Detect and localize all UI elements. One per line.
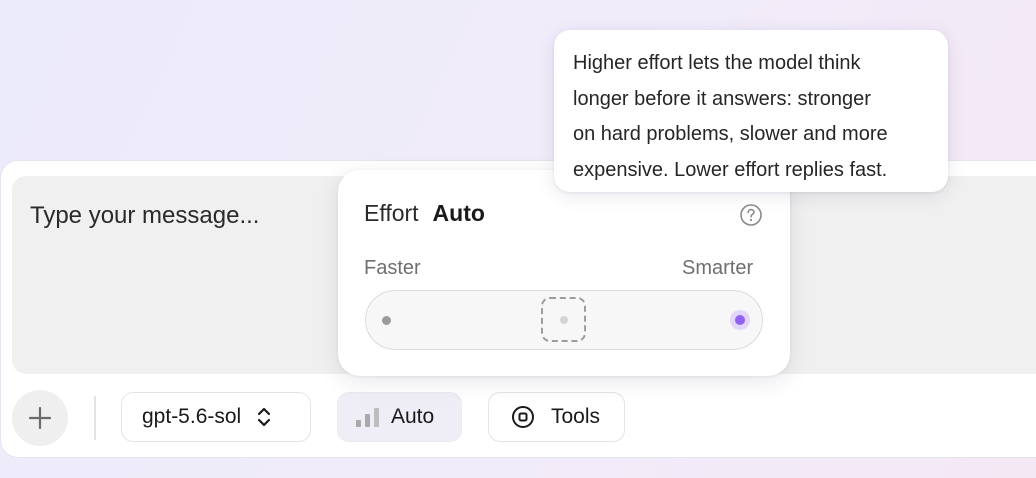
help-icon[interactable]: [739, 203, 763, 227]
effort-max-label: Smarter: [682, 257, 754, 279]
effort-min-label: Faster: [364, 257, 421, 279]
model-selector-button[interactable]: gpt-5.6-sol: [121, 392, 311, 442]
effort-popup-title: Effort Auto: [364, 200, 485, 227]
effort-title-label: Effort: [364, 200, 419, 226]
effort-label: Auto: [391, 405, 435, 428]
effort-value: Auto: [432, 200, 485, 226]
effort-slider-max-dot[interactable]: [730, 310, 750, 330]
tools-label: Tools: [551, 405, 601, 428]
tooltip-line: longer before it answers: stronger: [573, 87, 871, 110]
plus-icon: [27, 405, 53, 431]
model-label: gpt-5.6-sol: [142, 405, 242, 428]
add-button[interactable]: [12, 390, 68, 446]
signal-bars-icon: [356, 407, 379, 427]
tools-icon: [511, 405, 535, 429]
tools-button[interactable]: Tools: [488, 392, 625, 442]
toolbar-divider: [94, 396, 96, 440]
chevron-up-down-icon: [257, 405, 271, 429]
tooltip-line: expensive. Lower effort replies fast.: [573, 158, 888, 181]
effort-tooltip: Higher effort lets the model think longe…: [554, 30, 948, 192]
tooltip-line: on hard problems, slower and more: [573, 123, 888, 145]
message-input[interactable]: [30, 196, 330, 236]
effort-button[interactable]: Auto: [337, 392, 462, 442]
tooltip-line: Higher effort lets the model think: [573, 52, 861, 74]
effort-slider-min-dot[interactable]: [382, 316, 391, 325]
effort-slider-thumb[interactable]: [541, 297, 586, 342]
